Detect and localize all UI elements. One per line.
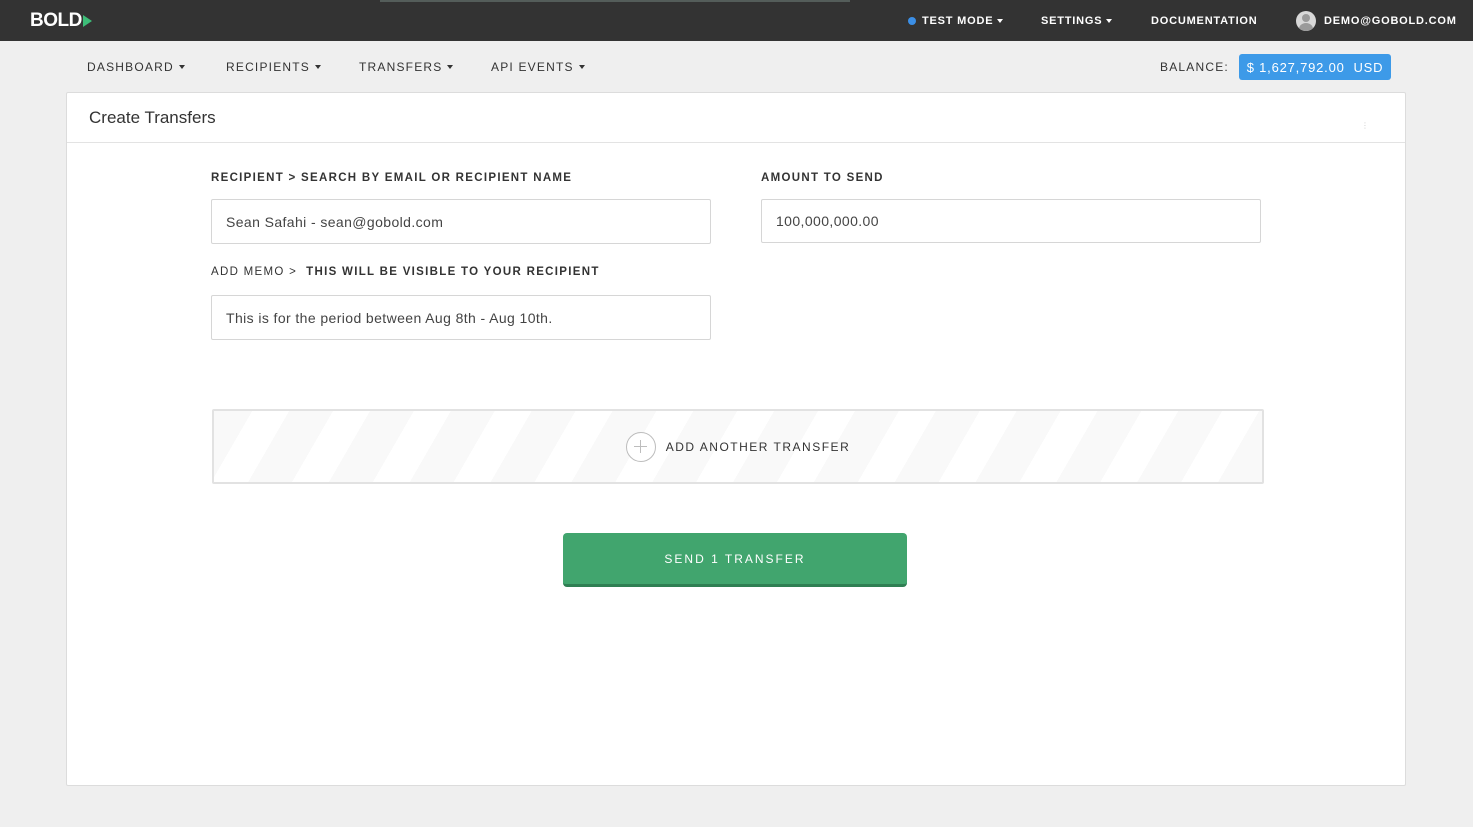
amount-input[interactable] [761,199,1261,243]
memo-label: ADD MEMO > THIS WILL BE VISIBLE TO YOUR … [211,266,600,278]
recipient-label: RECIPIENT > SEARCH BY EMAIL OR RECIPIENT… [211,172,572,184]
settings-label: SETTINGS [1041,14,1103,27]
documentation-link[interactable]: DOCUMENTATION [1151,0,1258,41]
status-dot-icon [908,16,916,25]
caret-down-icon [315,65,322,69]
caret-down-icon [447,65,454,69]
nav-transfers-label: TRANSFERS [359,60,443,74]
logo-text: BOLD [30,10,82,31]
plus-circle-icon [625,431,656,462]
user-email: DEMO@GOBOLD.COM [1324,14,1457,27]
balance-label: BALANCE: [1160,60,1229,74]
caret-down-icon [997,18,1004,23]
amount-label: AMOUNT TO SEND [761,172,884,184]
nav-transfers[interactable]: TRANSFERS [359,60,454,74]
topbar-decoration [380,0,850,2]
more-icon: ⋮ [1361,121,1369,130]
memo-input[interactable] [211,295,711,340]
panel-header: Create Transfers ⋮ [67,93,1405,143]
nav-recipients[interactable]: RECIPIENTS [226,60,322,74]
nav-dashboard[interactable]: DASHBOARD [87,60,185,74]
user-menu[interactable]: DEMO@GOBOLD.COM [1296,0,1457,41]
add-another-transfer-label: ADD ANOTHER TRANSFER [665,439,851,454]
recipient-label-rest: SEARCH BY EMAIL OR RECIPIENT NAME [301,172,573,184]
caret-down-icon [178,65,185,69]
recipient-label-prefix: RECIPIENT > [211,172,302,184]
caret-down-icon [1106,18,1113,23]
bold-logo[interactable]: BOLD [30,9,92,33]
balance-badge: $ 1,627,792.00 USD [1239,54,1391,80]
recipient-search-input[interactable] [211,199,711,244]
caret-down-icon [578,65,585,69]
add-another-transfer-button[interactable]: ADD ANOTHER TRANSFER [212,409,1264,484]
nav-api-events-label: API EVENTS [491,60,574,74]
nav-recipients-label: RECIPIENTS [226,60,311,74]
top-navbar: BOLD TEST MODE SETTINGS DOCUMENTATION DE… [0,0,1473,41]
settings-dropdown[interactable]: SETTINGS [1041,0,1113,41]
test-mode-label: TEST MODE [922,14,994,27]
create-transfers-panel: Create Transfers ⋮ RECIPIENT > SEARCH BY… [66,92,1406,786]
avatar-icon [1296,10,1316,31]
nav-dashboard-label: DASHBOARD [87,60,174,74]
play-arrow-icon [82,15,92,27]
page-title: Create Transfers [89,107,216,127]
balance-value: $ 1,627,792.00 USD [1246,59,1384,75]
nav-api-events[interactable]: API EVENTS [491,60,585,74]
documentation-label: DOCUMENTATION [1151,14,1258,27]
memo-label-rest: THIS WILL BE VISIBLE TO YOUR RECIPIENT [306,266,600,278]
memo-label-prefix: ADD MEMO > [211,266,307,278]
test-mode-dropdown[interactable]: TEST MODE [908,0,1004,41]
send-transfer-button[interactable]: SEND 1 TRANSFER [563,533,907,587]
